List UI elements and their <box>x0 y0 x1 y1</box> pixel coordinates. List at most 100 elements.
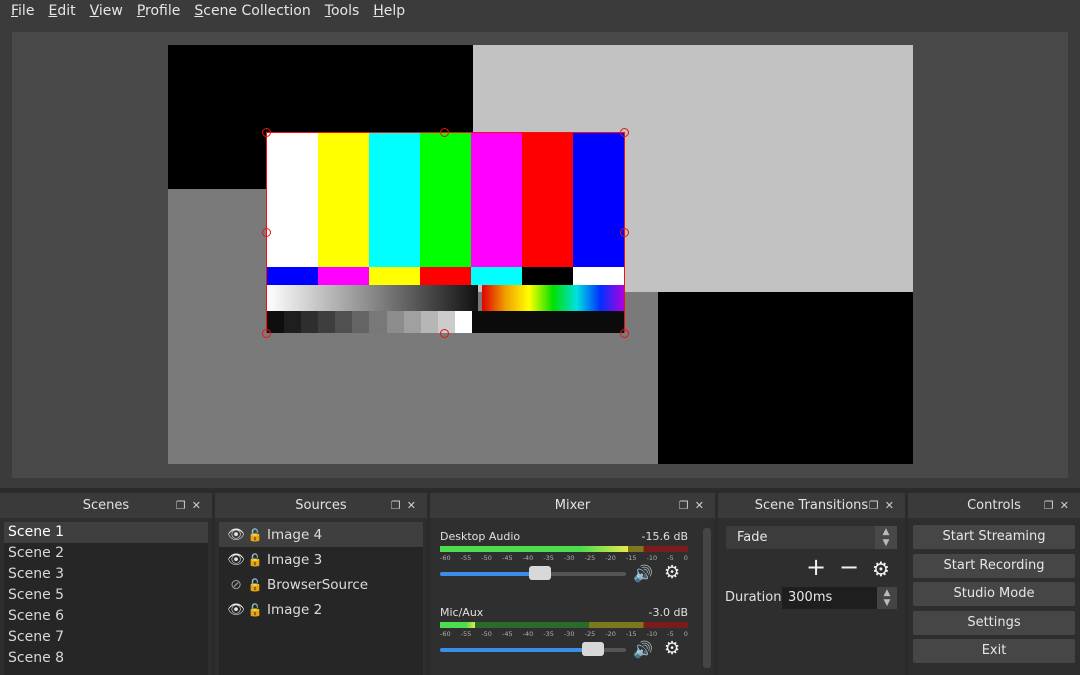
color-bars-source[interactable] <box>266 132 625 333</box>
resize-handle-top-left[interactable] <box>262 128 271 137</box>
mixer-title: Mixer <box>554 498 591 513</box>
transition-select[interactable]: Fade ▲ ▼ <box>726 526 897 549</box>
channel-db-readout: -3.0 dB <box>648 606 689 619</box>
gear-icon[interactable]: ⚙ <box>664 638 680 659</box>
dock-controls[interactable]: ❐✕ <box>391 493 422 518</box>
source-list-item[interactable]: 👁 🔓 Image 2 <box>219 597 423 622</box>
volume-meter <box>440 622 688 628</box>
scene-list-item[interactable]: Scene 6 <box>4 606 208 627</box>
lock-icon[interactable]: 🔓 <box>247 603 263 617</box>
duration-input[interactable]: 300ms ▲ ▼ <box>782 587 897 609</box>
scene-list-item[interactable]: Scene 7 <box>4 627 208 648</box>
menu-scene-collection[interactable]: Scene Collection <box>187 0 317 22</box>
close-icon[interactable]: ✕ <box>885 499 900 512</box>
close-icon[interactable]: ✕ <box>407 499 422 512</box>
volume-slider-handle[interactable] <box>529 566 552 580</box>
color-bar-small <box>573 267 624 285</box>
gradient-row <box>267 285 624 311</box>
source-list-item[interactable]: ⊘ 🔓 BrowserSource <box>219 572 423 597</box>
volume-slider-handle[interactable] <box>581 642 604 656</box>
resize-handle-bottom[interactable] <box>440 329 449 338</box>
menu-view[interactable]: View <box>83 0 130 22</box>
lock-icon[interactable]: 🔓 <box>247 553 263 567</box>
scene-list-item[interactable]: Scene 1 <box>4 522 208 543</box>
source-list-item[interactable]: 👁 🔓 Image 3 <box>219 547 423 572</box>
eye-icon[interactable]: 👁 <box>225 602 247 618</box>
gray-gradient <box>267 285 478 311</box>
mixer-scrollbar[interactable] <box>703 528 711 668</box>
menu-bar: File Edit View Profile Scene Collection Tools… <box>0 0 1080 22</box>
speaker-icon[interactable]: 🔊 <box>633 640 653 659</box>
menu-label-rest: rofile <box>145 3 181 19</box>
transition-selected: Fade <box>737 530 768 545</box>
dock-controls[interactable]: ❐✕ <box>1044 493 1075 518</box>
meter-tick-label: -50 <box>481 554 492 562</box>
undock-icon[interactable]: ❐ <box>1044 499 1060 512</box>
eye-icon[interactable]: 👁 <box>225 552 247 568</box>
resize-handle-bottom-left[interactable] <box>262 329 271 338</box>
eye-icon[interactable]: 👁 <box>225 527 247 543</box>
meter-tick-label: -55 <box>460 554 472 562</box>
image-source-black-2[interactable] <box>658 292 913 464</box>
gear-icon[interactable]: ⚙ <box>664 562 680 583</box>
dock-controls[interactable]: ❐✕ <box>679 493 710 518</box>
speaker-icon[interactable]: 🔊 <box>633 564 653 583</box>
resize-handle-top[interactable] <box>440 128 449 137</box>
close-icon[interactable]: ✕ <box>1060 499 1075 512</box>
volume-slider[interactable] <box>440 642 626 656</box>
close-icon[interactable]: ✕ <box>192 499 207 512</box>
mixer-dock-title: Mixer ❐✕ <box>430 493 715 518</box>
channel-name: Desktop Audio <box>440 530 521 543</box>
minus-icon[interactable]: − <box>839 555 859 579</box>
spinner-icon[interactable]: ▲ ▼ <box>877 587 897 609</box>
duration-value: 300ms <box>788 590 833 605</box>
scene-list-item[interactable]: Scene 8 <box>4 648 208 669</box>
channel-db-readout: -15.6 dB <box>641 530 689 543</box>
undock-icon[interactable]: ❐ <box>391 499 407 512</box>
menu-profile[interactable]: Profile <box>130 0 188 22</box>
meter-tick-label: -30 <box>563 630 575 638</box>
scene-list-item[interactable]: Scene 2 <box>4 543 208 564</box>
menu-tools[interactable]: Tools <box>318 0 367 22</box>
meter-tick-label: -60 <box>440 554 451 562</box>
resize-handle-bottom-right[interactable] <box>620 329 629 338</box>
exit-button[interactable]: Exit <box>913 639 1075 663</box>
scene-list-item[interactable]: Scene 5 <box>4 585 208 606</box>
color-bar <box>369 133 420 267</box>
menu-file[interactable]: File <box>4 0 41 22</box>
scene-list-item[interactable]: Scene 3 <box>4 564 208 585</box>
source-label: Image 4 <box>267 526 323 543</box>
start-streaming-button[interactable]: Start Streaming <box>913 525 1075 549</box>
volume-slider-fill <box>440 572 541 576</box>
settings-button[interactable]: Settings <box>913 611 1075 635</box>
resize-handle-top-right[interactable] <box>620 128 629 137</box>
menu-label-rest: ile <box>18 3 35 19</box>
undock-icon[interactable]: ❐ <box>869 499 885 512</box>
preview-canvas[interactable] <box>168 45 913 464</box>
color-bars-top <box>267 133 624 267</box>
resize-handle-left[interactable] <box>262 228 271 237</box>
undock-icon[interactable]: ❐ <box>176 499 192 512</box>
meter-tick-label: -30 <box>563 554 575 562</box>
dock-controls[interactable]: ❐✕ <box>869 493 900 518</box>
color-bar <box>318 133 369 267</box>
start-recording-button[interactable]: Start Recording <box>913 554 1075 578</box>
lock-icon[interactable]: 🔓 <box>247 578 263 592</box>
menu-help[interactable]: Help <box>366 0 412 22</box>
resize-handle-right[interactable] <box>620 228 629 237</box>
meter-tick-label: -35 <box>543 554 554 562</box>
volume-slider[interactable] <box>440 566 626 580</box>
undock-icon[interactable]: ❐ <box>679 499 695 512</box>
menu-edit[interactable]: Edit <box>41 0 82 22</box>
studio-mode-button[interactable]: Studio Mode <box>913 582 1075 606</box>
lock-icon[interactable]: 🔓 <box>247 528 263 542</box>
plus-icon[interactable]: + <box>806 555 826 579</box>
eye-crossed-icon[interactable]: ⊘ <box>225 577 247 593</box>
rainbow-gradient <box>482 285 624 311</box>
close-icon[interactable]: ✕ <box>695 499 710 512</box>
color-bar-small <box>522 267 573 285</box>
dock-controls[interactable]: ❐✕ <box>176 493 207 518</box>
source-list-item[interactable]: 👁 🔓 Image 4 <box>219 522 423 547</box>
gear-icon[interactable]: ⚙ <box>872 557 890 581</box>
meter-tick-label: -45 <box>501 630 513 638</box>
